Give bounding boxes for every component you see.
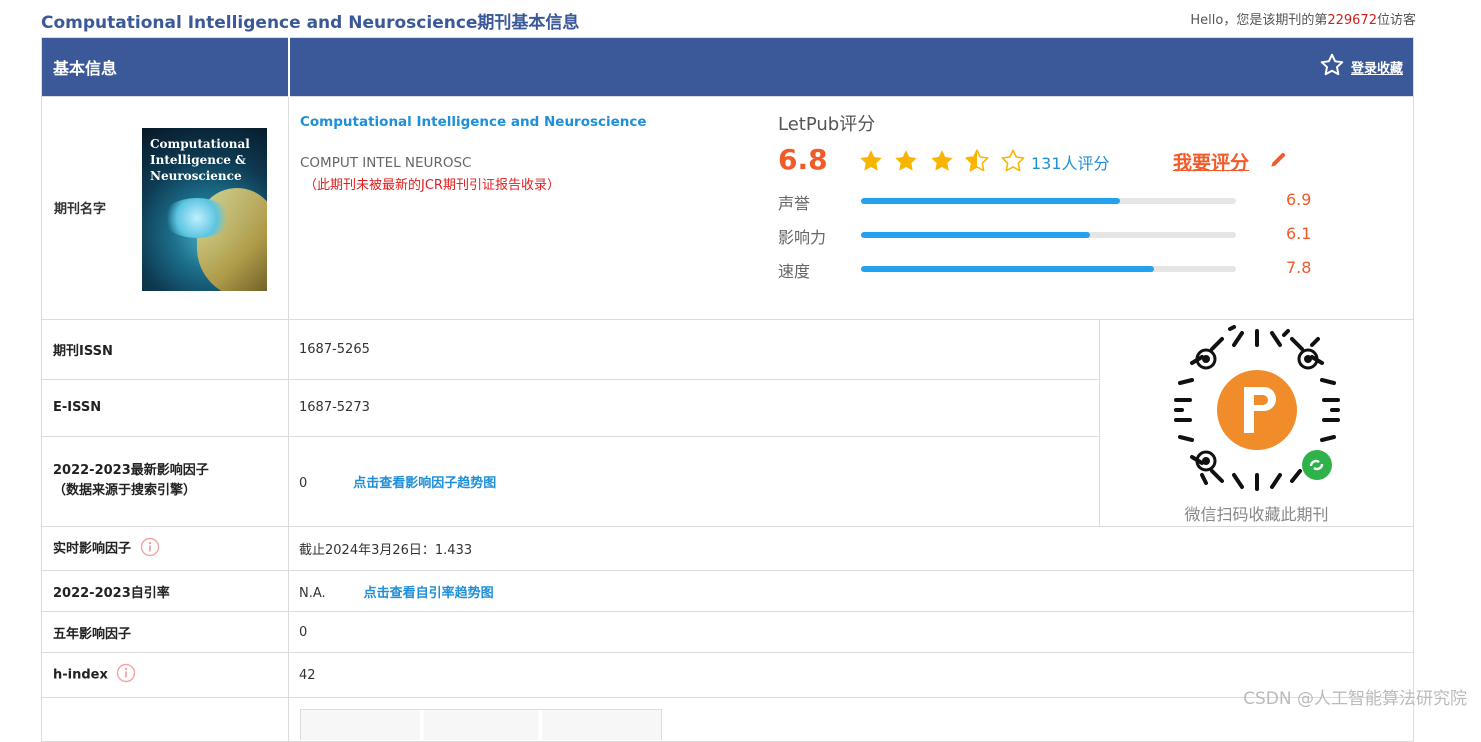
journal-name-label-cell: 期刊名字 Computational Intelligence & Neuros… [41, 96, 289, 320]
metric-value: 7.8 [1286, 258, 1312, 277]
self-citation-trend-link[interactable]: 点击查看自引率趋势图 [364, 586, 494, 601]
raters-count[interactable]: 131人评分 [1031, 150, 1110, 174]
visitor-count: 229672 [1327, 13, 1377, 28]
issn-value: 1687-5265 [288, 318, 1100, 381]
next-row-label [41, 697, 289, 742]
star-empty-icon [1001, 149, 1025, 172]
qr-cell: 微信扫码收藏此期刊 [1098, 319, 1415, 527]
journal-name-label: 期刊名字 [54, 202, 107, 217]
impact-factor-label-line2: （数据来源于搜索引擎） [53, 483, 197, 499]
metric-bar-track [861, 266, 1236, 272]
impact-factor-cell: 0 点击查看影响因子趋势图 [288, 435, 1100, 528]
impact-factor-label: 2022-2023最新影响因子 （数据来源于搜索引擎） [41, 435, 289, 528]
visitor-prefix: Hello，您是该期刊的第 [1190, 13, 1328, 28]
rating-label: LetPub评分 [778, 114, 876, 135]
h-index-row: h-index 42 [41, 652, 1415, 698]
star-full-icon [895, 150, 918, 171]
five-year-if-value: 0 [287, 611, 1415, 653]
journal-name-cell: Computational Intelligence and Neuroscie… [287, 96, 1415, 320]
login-favorite-link[interactable]: 登录收藏 [1351, 62, 1403, 77]
metric-label: 声誉 [778, 194, 811, 213]
info-header: 基本信息 登录收藏 [41, 37, 1415, 97]
metric-bar-track [861, 232, 1236, 238]
eissn-value: 1687-5273 [288, 379, 1100, 437]
page-title: Computational Intelligence and Neuroscie… [41, 13, 580, 33]
star-full-icon [860, 150, 882, 171]
rating-score: 6.8 [778, 143, 828, 176]
metric-reputation: 声誉 6.9 [778, 190, 1338, 213]
journal-name-row: 期刊名字 Computational Intelligence & Neuros… [41, 96, 1415, 320]
journal-name-link[interactable]: Computational Intelligence and Neuroscie… [300, 114, 647, 130]
rate-button[interactable]: 我要评分 [1173, 148, 1249, 175]
self-citation-row: 2022-2023自引率 N.A. 点击查看自引率趋势图 [41, 570, 1415, 612]
info-icon[interactable] [116, 663, 136, 687]
eissn-label: E-ISSN [41, 379, 289, 437]
metric-bar-track [861, 198, 1236, 204]
realtime-if-label-cell: 实时影响因子 [41, 526, 289, 571]
five-year-if-row: 五年影响因子 0 [41, 611, 1415, 653]
csdn-watermark: CSDN @人工智能算法研究院 [1243, 689, 1467, 709]
journal-info-table: 基本信息 登录收藏 期刊名字 Computational Intelligenc… [41, 37, 1415, 742]
metric-bar-fill [861, 232, 1090, 238]
journal-cover-image: Computational Intelligence & Neuroscienc… [142, 128, 267, 291]
star-full-icon [931, 150, 953, 171]
metric-value: 6.1 [1286, 224, 1312, 243]
metric-bar-fill [861, 266, 1154, 272]
metric-impact: 影响力 6.1 [778, 224, 1338, 247]
impact-factor-value: 0 [299, 475, 308, 491]
info-icon[interactable] [140, 537, 160, 561]
visitor-counter: Hello，您是该期刊的第229672位访客 [1190, 9, 1416, 28]
qr-caption: 微信扫码收藏此期刊 [1184, 505, 1329, 524]
rating-stars [858, 148, 1031, 174]
metric-value: 6.9 [1286, 190, 1312, 209]
h-index-label-cell: h-index [41, 652, 289, 698]
issn-label: 期刊ISSN [41, 318, 289, 381]
metric-label: 影响力 [778, 228, 827, 247]
star-half-icon [965, 149, 989, 172]
metric-bar-fill [861, 198, 1120, 204]
five-year-if-label: 五年影响因子 [41, 611, 289, 653]
realtime-if-row: 实时影响因子 截止2024年3月26日：1.433 [41, 526, 1415, 571]
visitor-suffix: 位访客 [1376, 13, 1416, 28]
header-label: 基本信息 [41, 37, 290, 97]
self-citation-cell: N.A. 点击查看自引率趋势图 [287, 570, 1415, 612]
impact-factor-trend-link[interactable]: 点击查看影响因子趋势图 [353, 476, 496, 491]
favorite-area: 登录收藏 [287, 37, 1415, 97]
metric-speed: 速度 7.8 [778, 258, 1338, 281]
cover-title: Computational Intelligence & Neuroscienc… [150, 137, 250, 183]
realtime-if-value: 截止2024年3月26日：1.433 [287, 526, 1415, 571]
star-outline-icon[interactable] [1319, 52, 1345, 82]
self-citation-value: N.A. [299, 585, 326, 601]
next-row-partial [41, 697, 1415, 742]
impact-factor-label-line1: 2022-2023最新影响因子 [53, 463, 209, 479]
metric-label: 速度 [778, 262, 811, 281]
realtime-if-label: 实时影响因子 [53, 541, 132, 556]
self-citation-label: 2022-2023自引率 [41, 570, 289, 612]
journal-abbreviation: COMPUT INTEL NEUROSC [300, 155, 472, 171]
issn-row: 期刊ISSN 1687-5265 微信扫码收藏此期刊 [41, 318, 1415, 527]
h-index-label: h-index [53, 667, 108, 683]
pencil-icon[interactable] [1268, 150, 1288, 174]
jcr-note: （此期刊未被最新的JCR期刊引证报告收录） [304, 178, 560, 193]
wechat-qr-code [1172, 325, 1342, 495]
